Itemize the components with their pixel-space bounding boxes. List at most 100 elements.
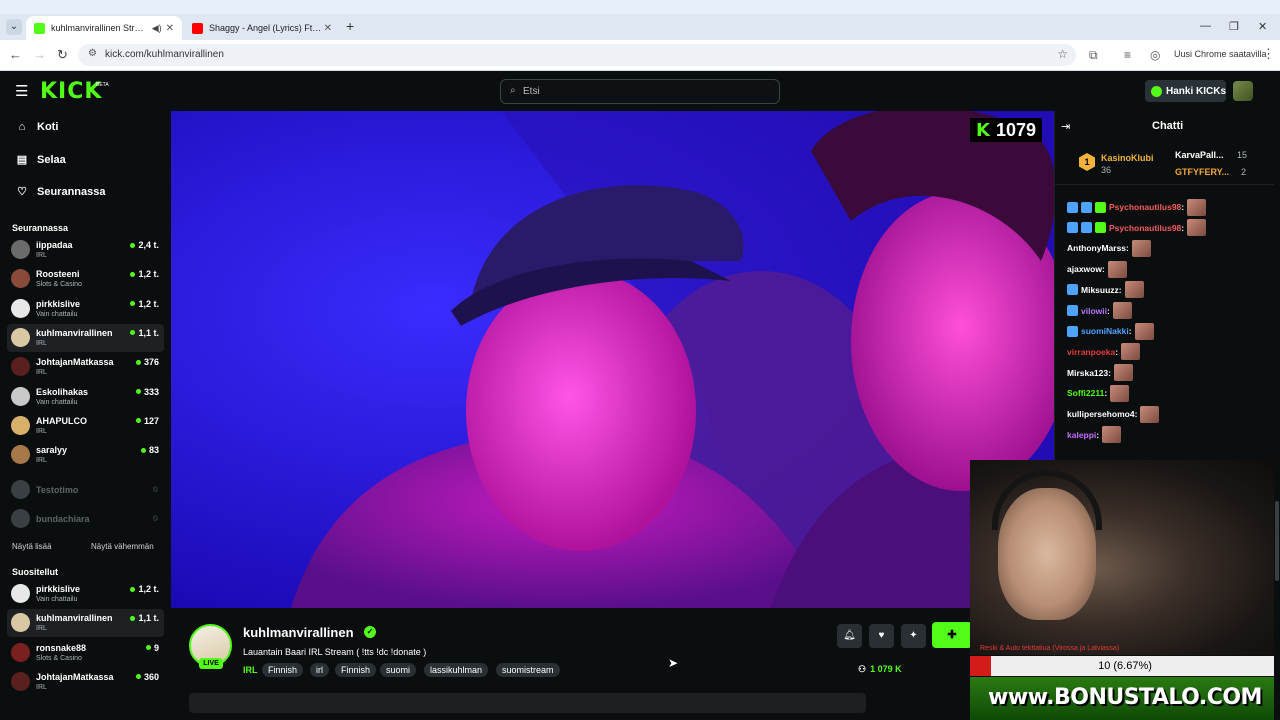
close-tab-icon[interactable]: ✕ [166, 23, 174, 34]
chat-message[interactable]: Psychonautilus98: [1067, 219, 1207, 237]
chat-username[interactable]: kullipersehomo4 [1067, 409, 1135, 419]
channel-category: Vain chattailu [36, 596, 78, 603]
forward-icon[interactable]: → [33, 47, 46, 62]
chat-message[interactable]: Psychonautilus98: [1067, 198, 1207, 216]
chat-message[interactable]: kaleppi: [1067, 426, 1122, 444]
stream-tag[interactable]: lassikuhlman [424, 663, 489, 677]
sidebar-channel[interactable]: iippadaa IRL 2,4 t. [7, 236, 164, 264]
chat-username[interactable]: ajaxwow [1067, 264, 1102, 274]
chat-message[interactable]: Mirska123: [1067, 364, 1133, 382]
extensions-icon[interactable]: ⧉ [1089, 48, 1098, 63]
share-button[interactable]: ✦ [901, 624, 926, 648]
user-avatar[interactable] [1233, 81, 1253, 101]
sidebar-channel[interactable]: AHAPULCO IRL 127 [7, 412, 164, 440]
kick-favicon-icon [34, 22, 45, 34]
channel-viewers-count: 376 [143, 357, 159, 368]
chrome-update-label[interactable]: Uusi Chrome saatavilla [1174, 49, 1267, 59]
close-window-icon[interactable]: ✕ [1258, 20, 1267, 33]
nav-following[interactable]: ♡ Seurannassa [15, 185, 105, 199]
chat-message[interactable]: virranpoeka: [1067, 343, 1141, 361]
show-less-link[interactable]: Näytä vähemmän [91, 542, 154, 551]
stream-tag[interactable]: Finnish [335, 663, 377, 677]
tab-youtube[interactable]: Shaggy - Angel (Lyrics) Ft. Rayv ✕ [184, 16, 340, 40]
chat-username[interactable]: Miksuuzz [1081, 285, 1119, 295]
page-scrollbar[interactable] [1274, 71, 1280, 720]
browser-menu-icon[interactable]: ⋮ [1262, 46, 1275, 62]
collapse-chat-icon[interactable]: ⇥ [1061, 120, 1070, 133]
reload-icon[interactable]: ↻ [57, 47, 68, 63]
profile-icon[interactable]: ◎ [1150, 48, 1160, 62]
show-more-link[interactable]: Näytä lisää [12, 542, 52, 551]
sidebar-channel[interactable]: JohtajanMatkassa IRL 360 [7, 668, 164, 696]
stream-category[interactable]: IRL [243, 665, 258, 675]
streamer-name[interactable]: kuhlmanvirallinen [243, 625, 354, 640]
offline-icon: ⦸ [152, 484, 158, 493]
chat-message[interactable]: AnthonyMarss: [1067, 239, 1151, 257]
leaderboard-third-name[interactable]: GTFYFERY... [1175, 167, 1229, 177]
favorite-button[interactable]: ♥ [869, 624, 894, 648]
restore-icon[interactable]: ❐ [1229, 20, 1239, 33]
tab-search-dropdown-icon[interactable]: ⌄ [6, 19, 22, 35]
get-kicks-button[interactable]: Hanki KICKs [1145, 80, 1226, 102]
speaker-icon[interactable]: ◀) [152, 23, 162, 34]
tab-kick[interactable]: kuhlmanvirallinen Stream - ◀) ✕ [26, 16, 182, 40]
notifications-button[interactable]: 🔔︎ [837, 624, 862, 648]
url-text[interactable]: kick.com/kuhlmanvirallinen [105, 49, 224, 60]
chat-username[interactable]: AnthonyMarss [1067, 243, 1126, 253]
media-controls-icon[interactable]: ≡ [1124, 48, 1131, 62]
stream-tag[interactable]: suomistream [496, 663, 560, 677]
leaderboard-second-name[interactable]: KarvaPall... [1175, 150, 1224, 160]
sidebar-channel[interactable]: kuhlmanvirallinen IRL 1,1 t. [7, 323, 164, 352]
bookmark-star-icon[interactable]: ☆ [1057, 47, 1068, 61]
chat-username[interactable]: kaleppi [1067, 430, 1096, 440]
chat-message[interactable]: kullipersehomo4: [1067, 405, 1160, 423]
leaderboard-first-count: 36 [1101, 165, 1112, 175]
sidebar-channel[interactable]: pirkkislive Vain chattailu 1,2 t. [7, 580, 164, 608]
nav-home[interactable]: ⌂ Koti [15, 121, 59, 133]
close-tab-icon[interactable]: ✕ [324, 23, 332, 34]
kick-logo[interactable]: KICK [40, 79, 102, 104]
scrollbar-thumb[interactable] [1275, 501, 1279, 581]
sidebar-channel[interactable]: Roosteeni Slots & Casino 1,2 t. [7, 265, 164, 293]
new-tab-icon[interactable]: + [346, 18, 354, 34]
nav-browse[interactable]: ▤ Selaa [15, 153, 66, 167]
sidebar-channel-offline[interactable]: Testotimo ⦸ [7, 476, 164, 504]
chat-message[interactable]: suomiNakki: [1067, 322, 1154, 340]
stream-tag[interactable]: irl [310, 663, 329, 677]
tab-title: kuhlmanvirallinen Stream - [51, 23, 148, 33]
chat-message[interactable]: vilowii: [1067, 302, 1132, 320]
sidebar-channel[interactable]: ronsnake88 Slots & Casino 9 [7, 639, 164, 667]
chat-separator: : [1108, 367, 1111, 378]
channel-viewers: 360 [135, 672, 159, 682]
chat-username[interactable]: Psychonautilus98 [1109, 202, 1181, 212]
back-icon[interactable]: ← [9, 47, 22, 62]
stream-tag[interactable]: Finnish [262, 663, 304, 677]
sidebar-channel[interactable]: saralyy IRL 83 [7, 441, 164, 469]
chat-username[interactable]: vilowii [1081, 306, 1107, 316]
sidebar-channel[interactable]: JohtajanMatkassa IRL 376 [7, 353, 164, 381]
sidebar-channel-offline[interactable]: bundachiara ⦸ [7, 505, 164, 533]
leaderboard-first-name[interactable]: KasinoKlubi [1101, 153, 1154, 163]
channel-category: Slots & Casino [36, 281, 82, 289]
sidebar-channel[interactable]: kuhlmanvirallinen IRL 1,1 t. [7, 609, 164, 638]
chat-separator: : [1101, 264, 1105, 275]
chat-badge-icon [1081, 201, 1092, 213]
menu-icon[interactable]: ☰ [15, 82, 28, 100]
chat-message[interactable]: Miksuuzz: [1067, 281, 1144, 299]
stream-tag[interactable]: suomi [380, 663, 417, 677]
follow-button[interactable]: ✚ [932, 622, 972, 648]
video-player[interactable] [171, 111, 1054, 608]
sidebar-channel[interactable]: pirkkislive Vain chattailu 1,2 t. [7, 295, 164, 323]
minimize-icon[interactable]: — [1200, 20, 1211, 32]
chat-username[interactable]: Mirska123 [1067, 368, 1108, 378]
search-input[interactable]: ⌕ Etsi [500, 79, 780, 104]
chat-message[interactable]: Soffi2211: [1067, 384, 1130, 402]
chat-username[interactable]: suomiNakki [1081, 326, 1129, 336]
chat-message[interactable]: ajaxwow: [1067, 260, 1127, 278]
site-info-icon[interactable]: ⚙ [88, 48, 97, 59]
chat-username[interactable]: Psychonautilus98 [1109, 223, 1181, 233]
sidebar-channel[interactable]: Eskolihakas Vain chattailu 333 [7, 383, 164, 411]
omnibox[interactable]: ⚙ kick.com/kuhlmanvirallinen ☆ [78, 44, 1076, 66]
chat-username[interactable]: virranpoeka [1067, 347, 1115, 357]
chat-username[interactable]: Soffi2211 [1067, 388, 1104, 398]
